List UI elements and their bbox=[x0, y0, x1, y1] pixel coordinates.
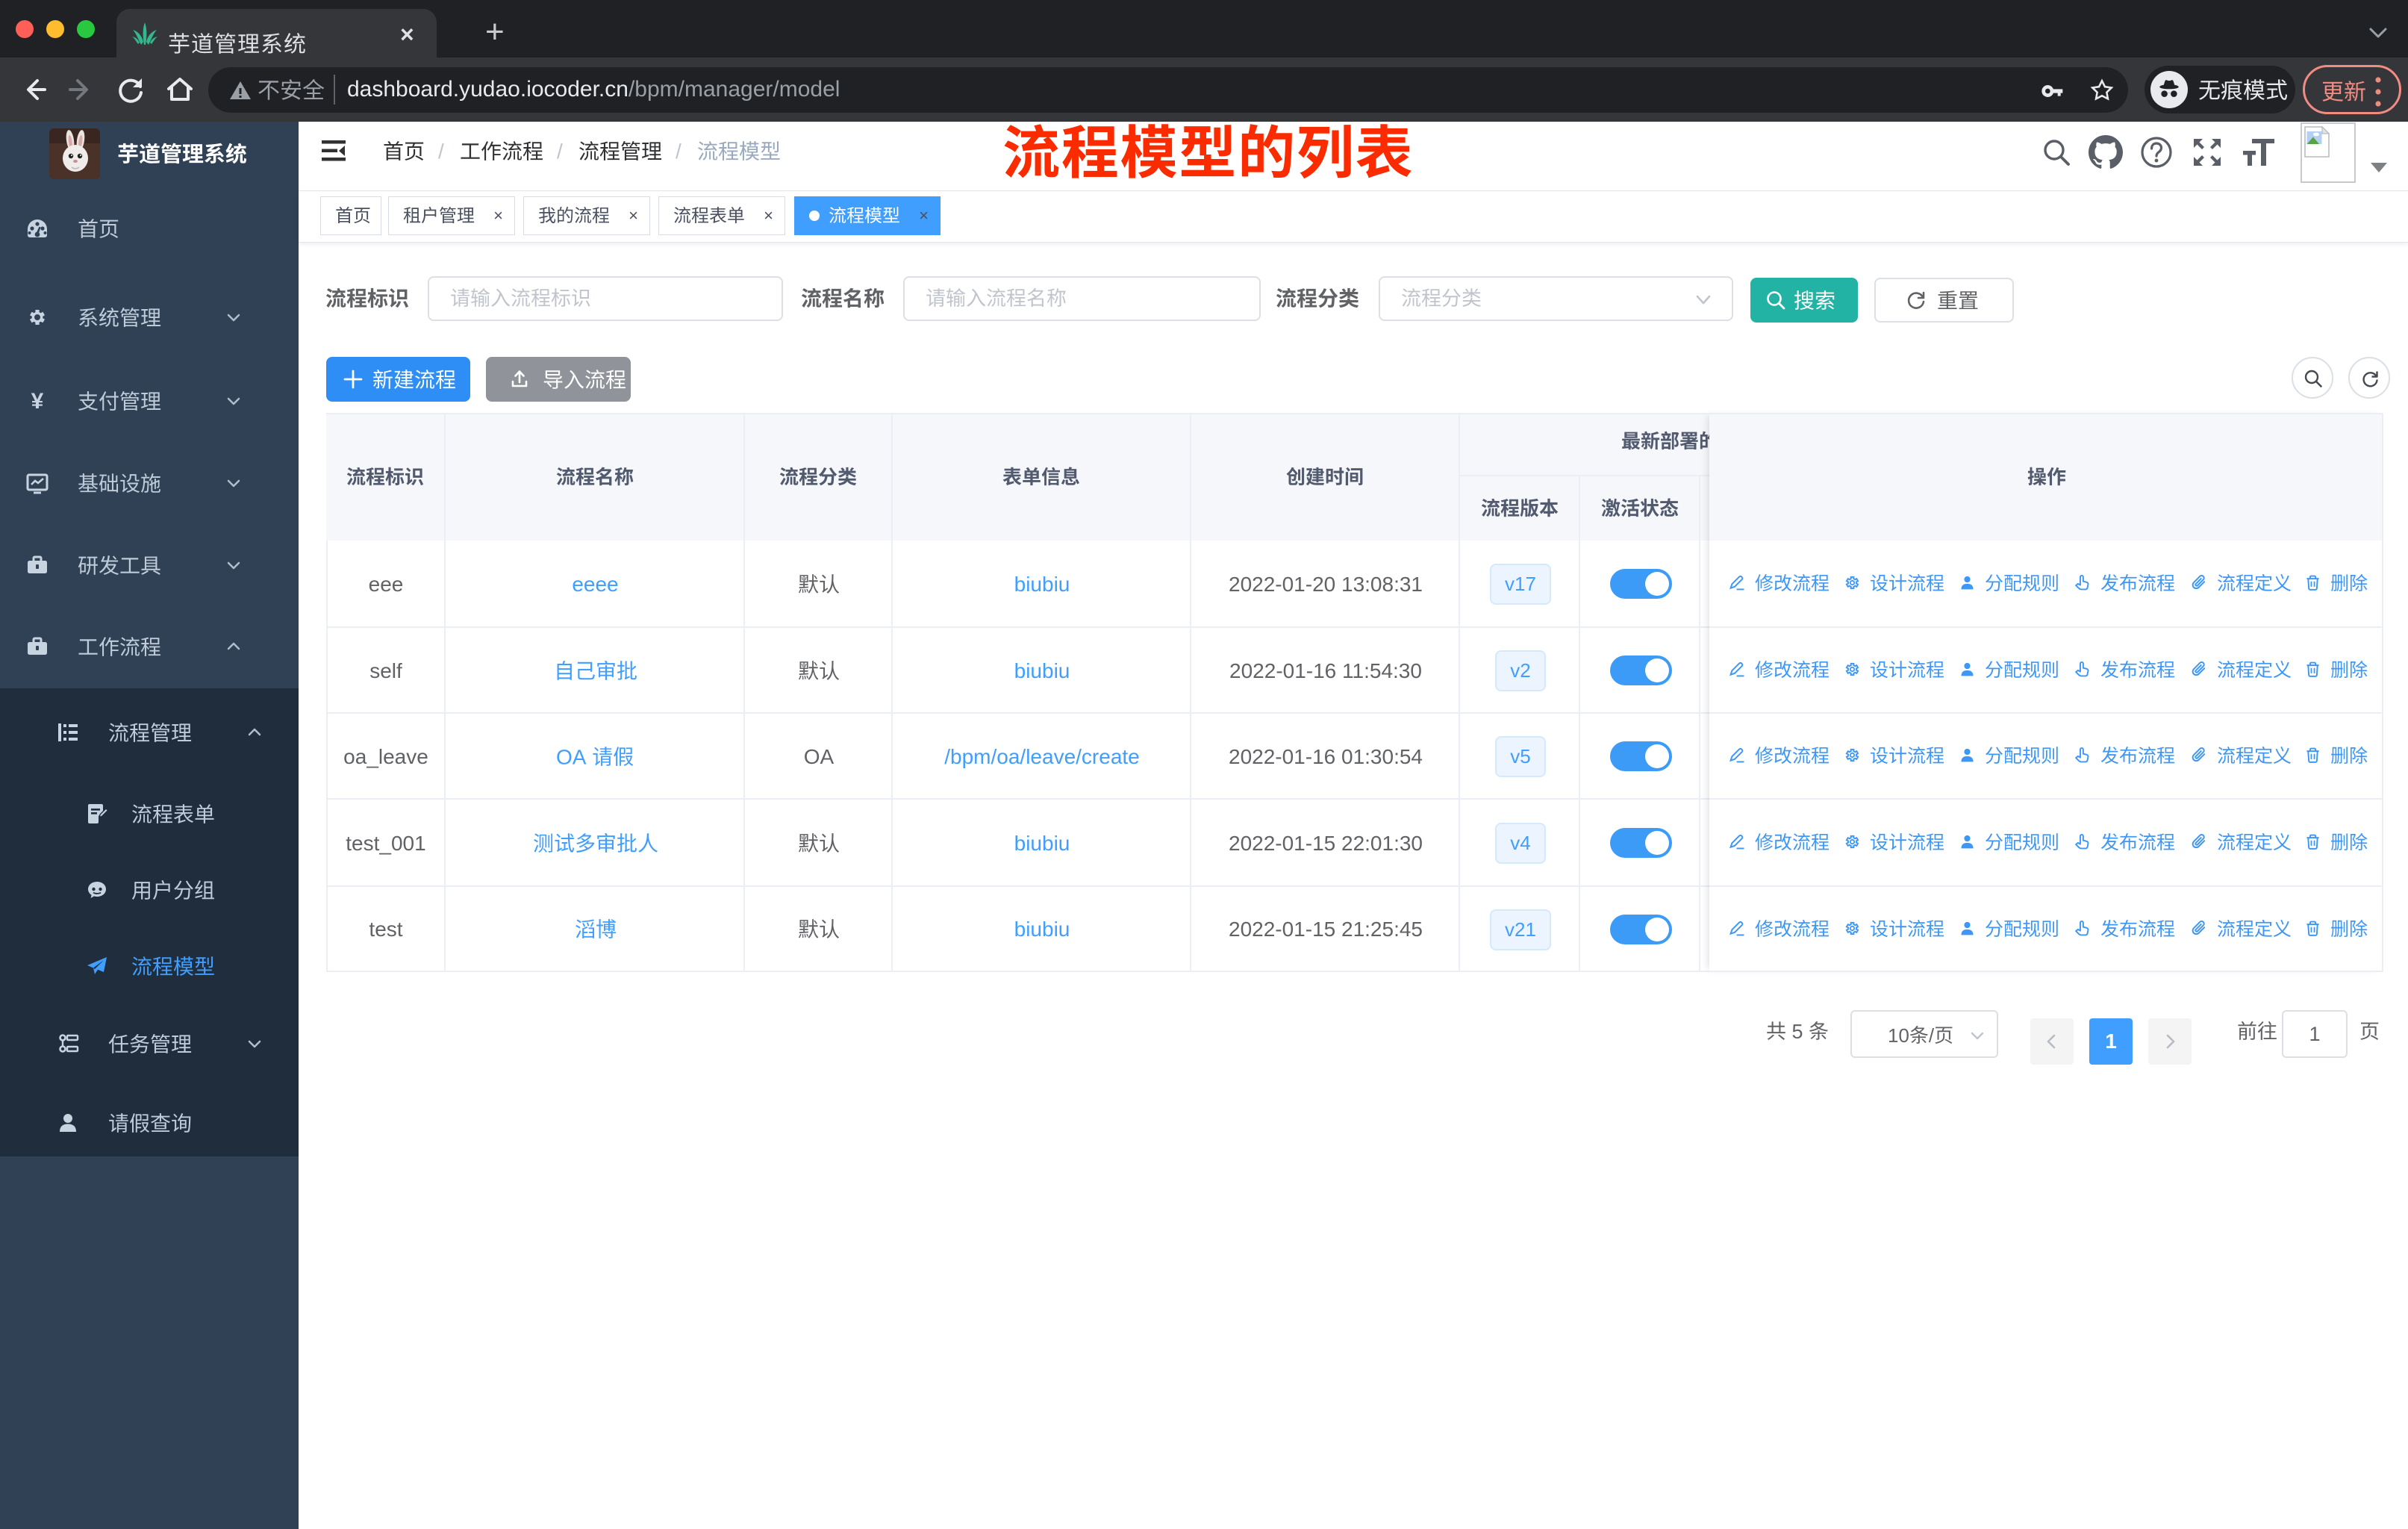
svg-text:¥: ¥ bbox=[31, 390, 44, 412]
